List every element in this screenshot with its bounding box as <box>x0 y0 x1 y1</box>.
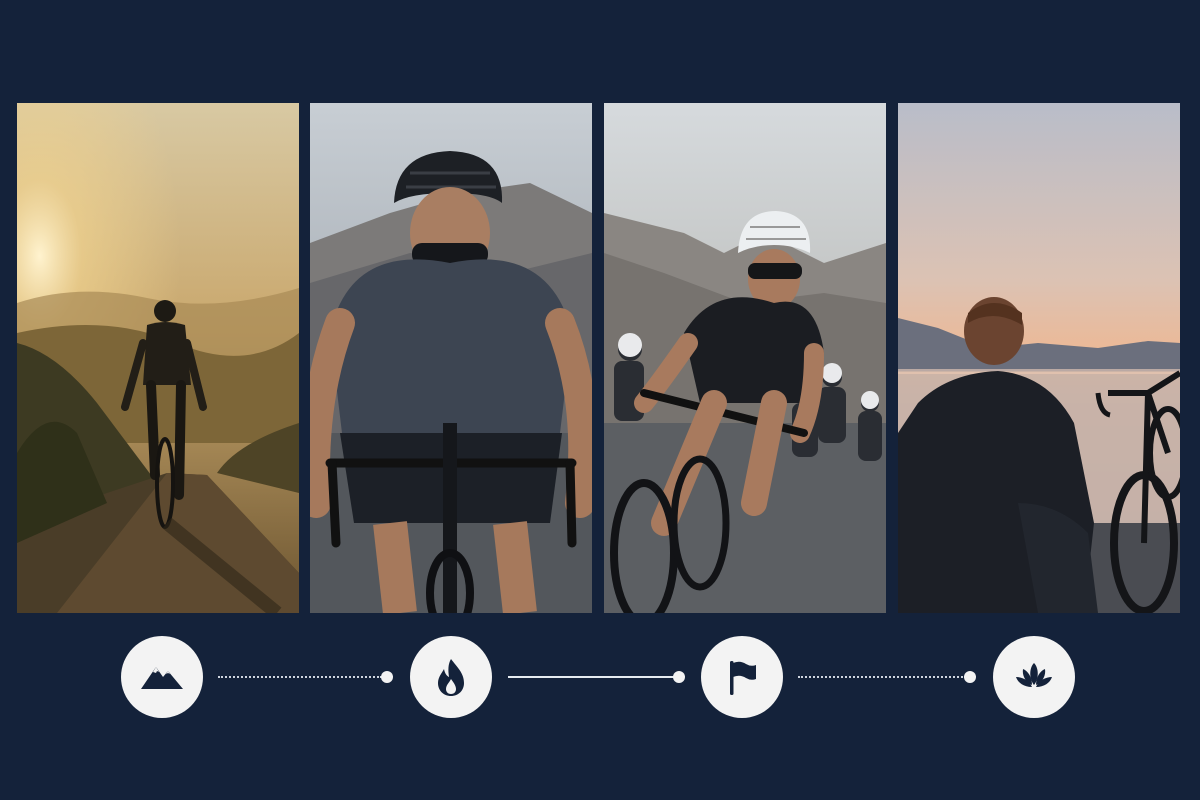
peloton-race-image <box>604 103 886 613</box>
sunrise-ride-image <box>17 103 299 613</box>
flag-step-button[interactable] <box>701 636 783 718</box>
photo-sunrise-ride <box>17 103 299 613</box>
climb-effort-image <box>310 103 592 613</box>
lakeside-rest-image <box>898 103 1180 613</box>
timeline-connector <box>508 676 676 678</box>
flame-icon <box>438 659 464 696</box>
flame-step-button[interactable] <box>410 636 492 718</box>
timeline-dot <box>673 671 685 683</box>
mountain-step-button[interactable] <box>121 636 203 718</box>
photo-lakeside-rest <box>898 103 1180 613</box>
timeline-connector <box>798 676 966 678</box>
timeline-connector <box>218 676 382 678</box>
lotus-icon <box>1016 663 1052 687</box>
timeline-dot <box>381 671 393 683</box>
mountain-icon <box>141 667 183 689</box>
photo-peloton-race <box>604 103 886 613</box>
timeline-dot <box>964 671 976 683</box>
lotus-step-button[interactable] <box>993 636 1075 718</box>
photo-climb-effort <box>310 103 592 613</box>
flag-icon <box>730 661 756 695</box>
